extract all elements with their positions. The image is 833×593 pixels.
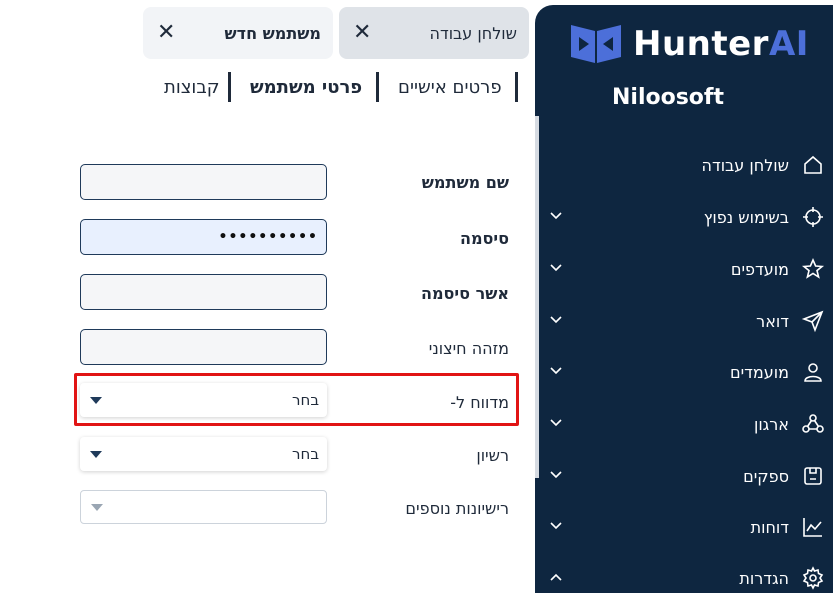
- organization-icon: [802, 414, 824, 433]
- tab-label: משתמש חדש: [224, 23, 321, 43]
- sidebar-item-label: ארגון: [753, 414, 789, 434]
- subtab-groups[interactable]: קבוצות: [164, 72, 220, 102]
- username-label: שם משתמש: [421, 173, 509, 192]
- sidebar-item-label: הגדרות: [739, 568, 789, 588]
- sidebar-item-reports[interactable]: דוחות: [535, 507, 833, 547]
- close-icon[interactable]: ✕: [157, 22, 175, 44]
- subtab-divider: [515, 72, 518, 102]
- gear-icon: [802, 566, 824, 590]
- license-value: בחר: [292, 445, 319, 463]
- chevron-down-icon: [550, 471, 562, 479]
- tab-new-user[interactable]: ✕ משתמש חדש: [143, 7, 333, 59]
- confirm-password-label: אשר סיסמה: [420, 284, 509, 303]
- tab-dashboard[interactable]: ✕ שולחן עבודה: [339, 7, 529, 59]
- highlight-box: [74, 373, 519, 426]
- sidebar-item-label: דוחות: [750, 517, 789, 537]
- sidebar-item-candidates[interactable]: מועמדים: [535, 352, 833, 392]
- logo-mark-icon: [571, 25, 621, 63]
- username-field[interactable]: [80, 164, 327, 200]
- extra-licenses-label: רישיונות נוספים: [405, 499, 509, 518]
- sidebar-item-mail[interactable]: דואר: [535, 301, 833, 341]
- home-icon: [804, 155, 822, 174]
- company-name: Niloosoft: [611, 85, 725, 110]
- sidebar: HunterAI Niloosoft שולחן עבודה בשימוש נפ…: [535, 5, 833, 593]
- password-label: סיסמה: [459, 229, 509, 248]
- subtab-divider: [228, 72, 231, 102]
- sidebar-item-common[interactable]: בשימוש נפוץ: [535, 197, 833, 237]
- sidebar-item-dashboard[interactable]: שולחן עבודה: [535, 145, 833, 185]
- chevron-down-icon: [550, 212, 562, 220]
- external-id-field[interactable]: [80, 329, 327, 365]
- caret-down-icon: [90, 450, 102, 458]
- scrollbar[interactable]: [535, 116, 539, 478]
- license-select[interactable]: בחר: [80, 437, 327, 471]
- sidebar-item-organization[interactable]: ארגון: [535, 404, 833, 444]
- sidebar-item-label: מועדפים: [730, 259, 789, 279]
- chart-icon: [803, 518, 822, 537]
- tab-label: שולחן עבודה: [429, 23, 518, 43]
- crosshair-icon: [803, 207, 823, 227]
- sidebar-item-label: בשימוש נפוץ: [703, 207, 789, 227]
- star-icon: [801, 257, 825, 279]
- sidebar-item-suppliers[interactable]: ספקים: [535, 456, 833, 496]
- subtab-personal-details[interactable]: פרטים אישיים: [398, 72, 502, 102]
- sidebar-item-label: שולחן עבודה: [701, 155, 790, 175]
- sidebar-item-label: ספקים: [743, 466, 789, 486]
- sidebar-item-settings[interactable]: הגדרות: [535, 558, 833, 593]
- sidebar-item-label: דואר: [756, 311, 789, 331]
- external-id-label: מזהה חיצוני: [428, 339, 509, 358]
- user-icon: [804, 363, 822, 382]
- chevron-down-icon: [550, 367, 562, 375]
- caret-down-icon: [91, 503, 103, 511]
- sidebar-item-label: מועמדים: [729, 362, 789, 382]
- chevron-down-icon: [550, 522, 562, 530]
- password-field[interactable]: ••••••••••: [80, 219, 327, 255]
- subtab-divider: [376, 72, 379, 102]
- chevron-up-icon: [550, 573, 562, 581]
- confirm-password-field[interactable]: [80, 274, 327, 310]
- chevron-down-icon: [550, 419, 562, 427]
- brand-name: HunterAI: [633, 24, 809, 64]
- license-label: רשיון: [476, 446, 509, 465]
- extra-licenses-select[interactable]: [80, 490, 327, 524]
- subtab-user-details[interactable]: פרטי משתמש: [250, 72, 362, 102]
- chevron-down-icon: [550, 316, 562, 324]
- close-icon[interactable]: ✕: [353, 22, 371, 44]
- supplier-icon: [804, 467, 822, 485]
- sidebar-item-favorites[interactable]: מועדפים: [535, 249, 833, 289]
- chevron-down-icon: [550, 264, 562, 272]
- send-icon: [801, 310, 824, 333]
- brand-logo[interactable]: HunterAI: [571, 23, 809, 65]
